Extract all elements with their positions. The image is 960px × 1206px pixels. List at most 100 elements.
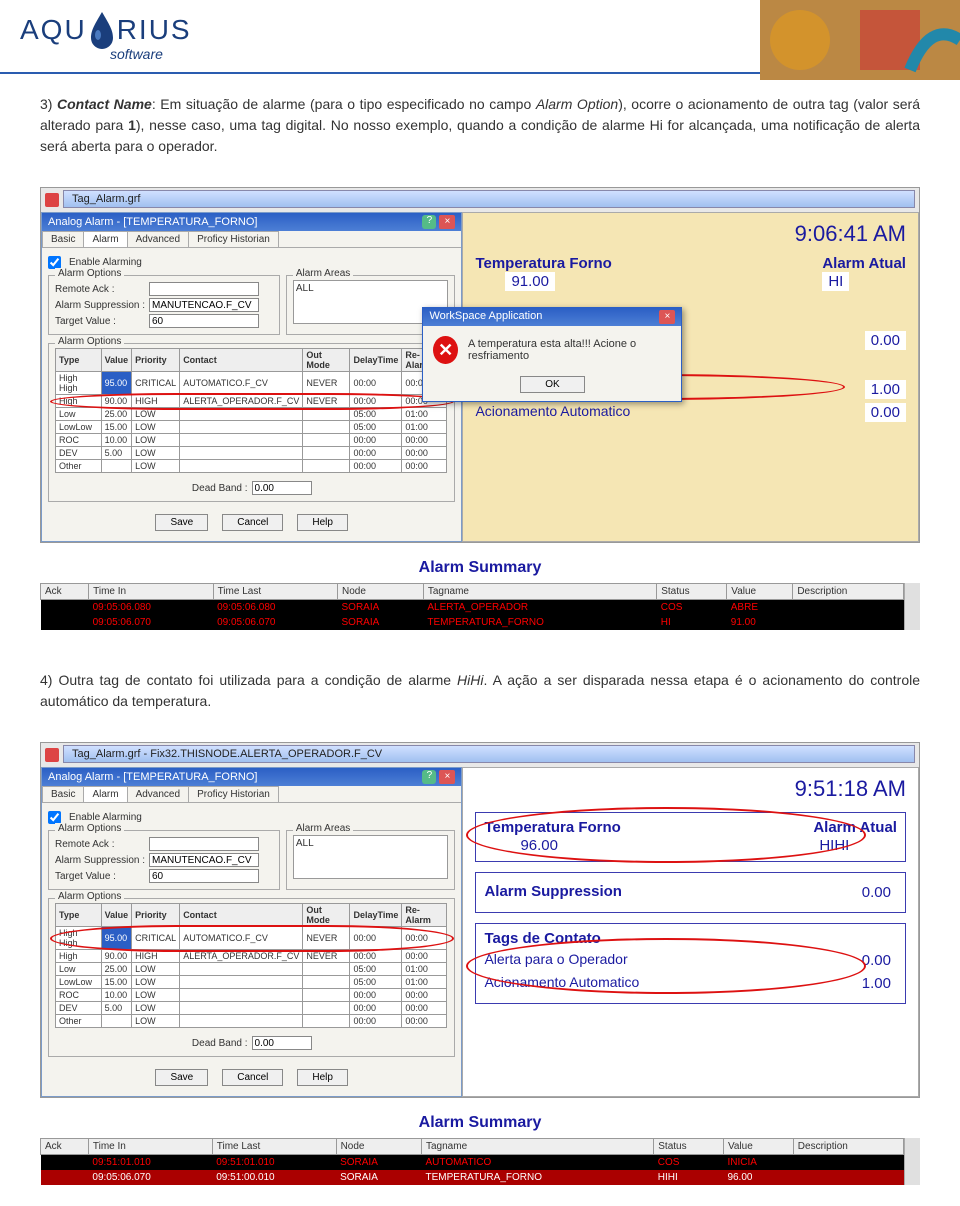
tab-alarm[interactable]: Alarm bbox=[83, 231, 127, 247]
scrollbar[interactable] bbox=[904, 1138, 920, 1185]
target-val-input[interactable] bbox=[149, 314, 259, 328]
cancel-button[interactable]: Cancel bbox=[222, 1069, 283, 1086]
dialog-title-text: Analog Alarm - [TEMPERATURA_FORNO] bbox=[48, 216, 257, 228]
table-row[interactable]: OtherLOW00:0000:00 bbox=[56, 1015, 448, 1028]
list-num: 4) bbox=[40, 672, 52, 688]
remote-ack-input[interactable] bbox=[149, 837, 259, 851]
tab-alarm[interactable]: Alarm bbox=[83, 786, 127, 802]
scrollbar[interactable] bbox=[904, 583, 920, 630]
alarm-options-table: TypeValuePriorityContactOut ModeDelayTim… bbox=[55, 903, 448, 1028]
enable-alarming-label: Enable Alarming bbox=[69, 257, 142, 268]
deadband-input[interactable] bbox=[252, 1036, 312, 1050]
table-row[interactable]: High90.00HIGHALERTA_OPERADOR.F_CVNEVER00… bbox=[56, 395, 448, 408]
tags-label: Tags de Contato bbox=[484, 930, 897, 947]
alarm-value: HIHI bbox=[813, 836, 855, 855]
table-row[interactable]: 09:51:01.01009:51:01.010SORAIAAUTOMATICO… bbox=[41, 1155, 904, 1171]
help-icon[interactable]: ? bbox=[422, 215, 436, 229]
asum-title: Alarm Summary bbox=[40, 1108, 920, 1138]
deadband-input[interactable] bbox=[252, 481, 312, 495]
table-header: AckTime InTime LastNodeTagnameStatusValu… bbox=[41, 1139, 904, 1155]
acion-label: Acionamento Automatico bbox=[484, 974, 639, 993]
help-icon[interactable]: ? bbox=[422, 770, 436, 784]
popup-message: A temperatura esta alta!!! Acione o resf… bbox=[468, 338, 671, 362]
analog-alarm-dialog: Analog Alarm - [TEMPERATURA_FORNO] ?× Ba… bbox=[41, 212, 462, 542]
tab-basic[interactable]: Basic bbox=[42, 786, 84, 802]
app-icon bbox=[45, 748, 59, 762]
alarm-supp-input[interactable] bbox=[149, 853, 259, 867]
help-button[interactable]: Help bbox=[297, 514, 348, 531]
paragraph-4: 4) Outra tag de contato foi utilizada pa… bbox=[0, 650, 960, 732]
p3-term2: Alarm Option bbox=[536, 96, 618, 112]
save-button[interactable]: Save bbox=[155, 514, 208, 531]
analog-alarm-dialog: Analog Alarm - [TEMPERATURA_FORNO] ?× Ba… bbox=[41, 767, 462, 1097]
popup-close-icon[interactable]: × bbox=[659, 310, 675, 324]
table-row[interactable]: 09:05:06.07009:05:06.070SORAIATEMPERATUR… bbox=[41, 615, 904, 630]
save-button[interactable]: Save bbox=[155, 1069, 208, 1086]
alarm-supp-input[interactable] bbox=[149, 298, 259, 312]
table-row[interactable]: OtherLOW00:0000:00 bbox=[56, 460, 448, 473]
brand-main2: RIUS bbox=[117, 14, 192, 46]
temp-label: Temperatura Forno bbox=[484, 819, 620, 836]
tab-proficy[interactable]: Proficy Historian bbox=[188, 786, 279, 802]
hmi-time: 9:06:41 AM bbox=[475, 221, 906, 247]
popup-title: WorkSpace Application bbox=[429, 310, 542, 324]
p3-f: ), nesse caso, uma tag digital. No nosso… bbox=[40, 117, 920, 154]
help-button[interactable]: Help bbox=[297, 1069, 348, 1086]
alarm-options2-legend: Alarm Options bbox=[55, 891, 124, 902]
p4-a: Outra tag de contato foi utilizada para … bbox=[58, 672, 457, 688]
table-row[interactable]: 09:05:06.08009:05:06.080SORAIAALERTA_OPE… bbox=[41, 600, 904, 616]
table-row[interactable]: LowLow15.00LOW05:0001:00 bbox=[56, 421, 448, 434]
alarm-options-table: TypeValuePriorityContactOut ModeDelayTim… bbox=[55, 348, 448, 473]
tab-basic[interactable]: Basic bbox=[42, 231, 84, 247]
drop-icon bbox=[87, 10, 117, 50]
cancel-button[interactable]: Cancel bbox=[222, 514, 283, 531]
table-row[interactable]: Low25.00LOW05:0001:00 bbox=[56, 963, 448, 976]
screenshot-2: Tag_Alarm.grf - Fix32.THISNODE.ALERTA_OP… bbox=[40, 742, 920, 1098]
deadband-label: Dead Band : bbox=[192, 1038, 248, 1049]
alarm-label: Alarm Atual bbox=[822, 255, 906, 272]
popup-ok-button[interactable]: OK bbox=[520, 376, 584, 393]
screenshot-1: Tag_Alarm.grf Analog Alarm - [TEMPERATUR… bbox=[40, 187, 920, 543]
temp-value: 91.00 bbox=[505, 272, 555, 291]
table-row[interactable]: ROC10.00LOW00:0000:00 bbox=[56, 989, 448, 1002]
table-row[interactable]: High90.00HIGHALERTA_OPERADOR.F_CVNEVER00… bbox=[56, 950, 448, 963]
alarm-areas-legend: Alarm Areas bbox=[293, 823, 353, 834]
table-row[interactable]: Low25.00LOW05:0001:00 bbox=[56, 408, 448, 421]
close-icon[interactable]: × bbox=[439, 215, 455, 229]
p4-term: HiHi bbox=[457, 672, 483, 688]
header-art bbox=[760, 0, 960, 80]
table-row[interactable]: High High95.00CRITICALAUTOMATICO.F_CVNEV… bbox=[56, 372, 448, 395]
brand-sub: software bbox=[110, 46, 192, 62]
tab-proficy[interactable]: Proficy Historian bbox=[188, 231, 279, 247]
alarm-options-legend: Alarm Options bbox=[55, 823, 124, 834]
table-header: TypeValuePriorityContactOut ModeDelayTim… bbox=[56, 904, 448, 927]
table-row[interactable]: DEV5.00LOW00:0000:00 bbox=[56, 1002, 448, 1015]
deadband-label: Dead Band : bbox=[192, 483, 248, 494]
asum-table: AckTime InTime LastNodeTagnameStatusValu… bbox=[40, 1138, 904, 1185]
table-row[interactable]: High High95.00CRITICALAUTOMATICO.F_CVNEV… bbox=[56, 927, 448, 950]
alarm-summary-1: Alarm Summary AckTime InTime LastNodeTag… bbox=[40, 553, 920, 630]
acion-label: Acionamento Automatico bbox=[475, 403, 630, 422]
alerta-label: Alerta para o Operador bbox=[484, 951, 627, 970]
app-icon bbox=[45, 193, 59, 207]
close-icon[interactable]: × bbox=[439, 770, 455, 784]
tab-advanced[interactable]: Advanced bbox=[127, 231, 189, 247]
p3-e: 1 bbox=[128, 117, 136, 133]
alarm-label: Alarm Atual bbox=[813, 819, 897, 836]
supp-value: 0.00 bbox=[856, 883, 897, 902]
logo: AQU RIUS software bbox=[20, 10, 192, 62]
tab-advanced[interactable]: Advanced bbox=[127, 786, 189, 802]
table-row[interactable]: 09:05:06.07009:51:00.010SORAIATEMPERATUR… bbox=[41, 1170, 904, 1185]
target-val-input[interactable] bbox=[149, 869, 259, 883]
table-row[interactable]: ROC10.00LOW00:0000:00 bbox=[56, 434, 448, 447]
alarm-areas-list[interactable]: ALL bbox=[293, 835, 449, 879]
table-row[interactable]: LowLow15.00LOW05:0001:00 bbox=[56, 976, 448, 989]
remote-ack-label: Remote Ack : bbox=[55, 284, 145, 295]
table-row[interactable]: DEV5.00LOW00:0000:00 bbox=[56, 447, 448, 460]
remote-ack-input[interactable] bbox=[149, 282, 259, 296]
list-num: 3) bbox=[40, 96, 52, 112]
asum-title: Alarm Summary bbox=[40, 553, 920, 583]
alarm-summary-2: Alarm Summary AckTime InTime LastNodeTag… bbox=[40, 1108, 920, 1185]
dialog-tabs: Basic Alarm Advanced Proficy Historian bbox=[42, 231, 461, 248]
asum-table: AckTime InTime LastNodeTagnameStatusValu… bbox=[40, 583, 904, 630]
